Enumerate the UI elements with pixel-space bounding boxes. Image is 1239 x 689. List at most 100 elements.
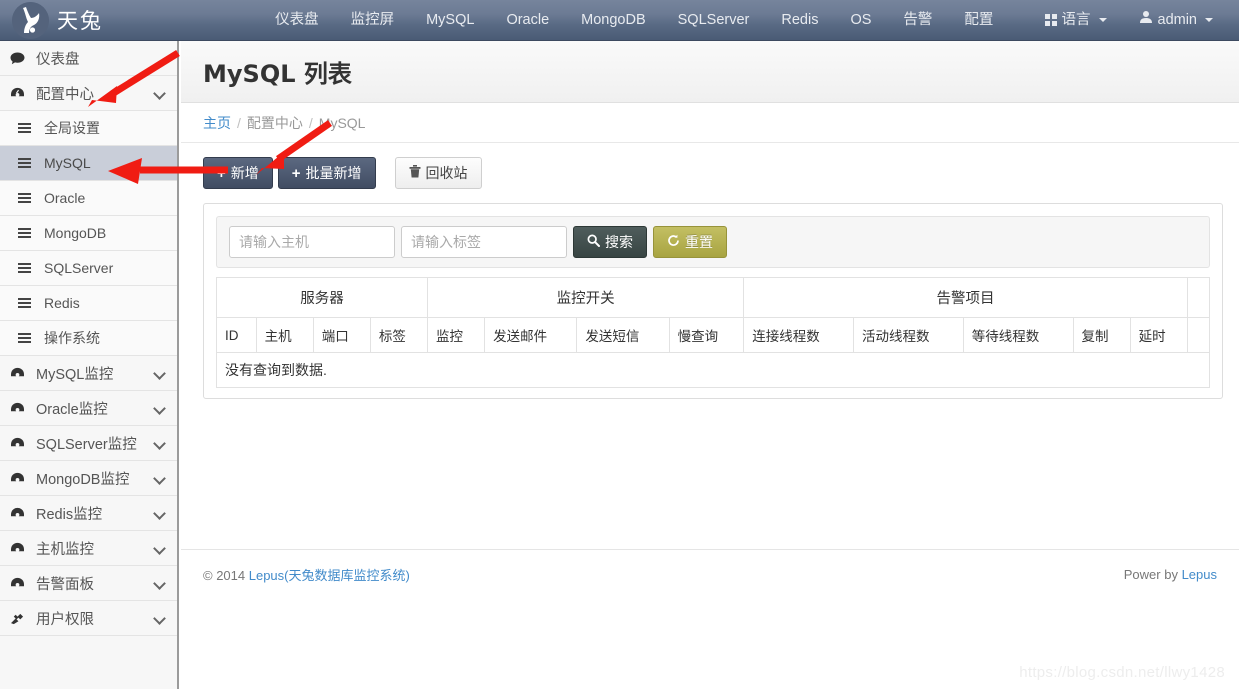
sidebar-label: SQLServer	[44, 260, 114, 276]
empty-message: 没有查询到数据.	[216, 352, 1210, 388]
group-header-server: 服务器	[215, 277, 429, 318]
chevron-down-icon	[1205, 18, 1213, 22]
nav-item-redis[interactable]: Redis	[765, 0, 834, 41]
sidebar-item-sqlserver-monitor[interactable]: SQLServer监控	[0, 426, 177, 461]
column-header-replication[interactable]: 复制	[1072, 317, 1131, 353]
column-header-operations	[1186, 317, 1211, 353]
nav-item-dashboard[interactable]: 仪表盘	[259, 0, 335, 41]
dashboard-icon	[10, 472, 28, 485]
batch-add-button[interactable]: + 批量新增	[277, 157, 376, 189]
dashboard-icon	[10, 402, 28, 415]
top-navbar: 天兔 仪表盘 监控屏 MySQL Oracle MongoDB SQLServe…	[0, 0, 1239, 41]
page-title: MySQL 列表	[203, 60, 352, 88]
sidebar-item-operating-system[interactable]: 操作系统	[0, 321, 177, 356]
column-header-id[interactable]: ID	[216, 317, 257, 353]
column-header-port[interactable]: 端口	[312, 317, 371, 353]
nav-item-monitor-screen[interactable]: 监控屏	[335, 0, 411, 41]
list-icon	[18, 192, 36, 204]
reset-button[interactable]: 重置	[653, 226, 727, 258]
nav-item-mysql[interactable]: MySQL	[410, 0, 490, 41]
column-header-monitor[interactable]: 监控	[427, 317, 486, 353]
sidebar-item-user-permission[interactable]: 用户权限	[0, 601, 177, 636]
sidebar-item-global-settings[interactable]: 全局设置	[0, 111, 177, 146]
sidebar-item-mongodb[interactable]: MongoDB	[0, 216, 177, 251]
sidebar-label: Oracle	[44, 190, 86, 206]
dashboard-icon	[10, 507, 28, 520]
sidebar-item-mongodb-monitor[interactable]: MongoDB监控	[0, 461, 177, 496]
chevron-down-icon	[154, 612, 167, 625]
nav-item-config[interactable]: 配置	[948, 0, 1009, 41]
sidebar-item-sqlserver[interactable]: SQLServer	[0, 251, 177, 286]
nav-item-alarm[interactable]: 告警	[887, 0, 948, 41]
column-header-tag[interactable]: 标签	[369, 317, 429, 353]
sidebar-item-redis-monitor[interactable]: Redis监控	[0, 496, 177, 531]
sidebar-label: 配置中心	[36, 86, 94, 103]
sidebar-label: 告警面板	[36, 576, 94, 593]
list-icon	[18, 227, 36, 239]
nav-item-mongodb[interactable]: MongoDB	[565, 0, 661, 41]
column-header-send-sms[interactable]: 发送短信	[576, 317, 670, 353]
nav-item-user[interactable]: admin	[1123, 0, 1230, 41]
nav-item-sqlserver[interactable]: SQLServer	[662, 0, 766, 41]
chevron-down-icon	[154, 542, 167, 555]
column-header-host[interactable]: 主机	[255, 317, 314, 353]
search-host-input[interactable]	[229, 226, 395, 258]
mysql-list-table: 服务器 监控开关 告警项目 ID 主机 端口 标签 监控 发送邮件 发送短信 慢…	[215, 277, 1211, 388]
column-header-waiting-threads[interactable]: 等待线程数	[962, 317, 1074, 353]
sidebar-item-mysql[interactable]: MySQL	[0, 146, 177, 181]
plus-icon: +	[291, 164, 301, 182]
sidebar-label: Oracle监控	[36, 401, 108, 418]
column-header-active-threads[interactable]: 活动线程数	[853, 317, 964, 353]
search-icon	[587, 234, 600, 250]
add-button[interactable]: + 新增	[203, 157, 273, 189]
list-icon	[18, 122, 36, 134]
sidebar-item-host-monitor[interactable]: 主机监控	[0, 531, 177, 566]
sidebar-item-dashboard[interactable]: 仪表盘	[0, 41, 177, 76]
brand[interactable]: 天兔	[0, 0, 180, 41]
column-header-slow-query[interactable]: 慢查询	[668, 317, 745, 353]
power-link[interactable]: Lepus	[1182, 567, 1217, 582]
search-button[interactable]: 搜索	[573, 226, 647, 258]
recycle-bin-button[interactable]: 回收站	[394, 157, 482, 189]
sidebar-item-oracle[interactable]: Oracle	[0, 181, 177, 216]
search-tag-input[interactable]	[401, 226, 567, 258]
sidebar-label: 仪表盘	[36, 51, 80, 68]
search-bar: 搜索 重置	[216, 216, 1210, 268]
column-header-connection-threads[interactable]: 连接线程数	[743, 317, 855, 353]
nav-item-language[interactable]: 语言	[1029, 0, 1123, 41]
breadcrumb-current: MySQL	[318, 114, 366, 131]
chevron-down-icon	[154, 577, 167, 590]
list-icon	[18, 297, 36, 309]
dashboard-icon	[10, 542, 28, 555]
list-icon	[18, 262, 36, 274]
nav-item-oracle[interactable]: Oracle	[490, 0, 565, 41]
sidebar-item-redis[interactable]: Redis	[0, 286, 177, 321]
power-prefix: Power by	[1123, 567, 1182, 582]
language-label: 语言	[1061, 11, 1091, 28]
table-column-header-row: ID 主机 端口 标签 监控 发送邮件 发送短信 慢查询 连接线程数 活动线程数…	[216, 317, 1211, 353]
group-header-alarm-items: 告警项目	[743, 277, 1188, 318]
group-header-monitor-switch: 监控开关	[427, 277, 745, 318]
sidebar-item-oracle-monitor[interactable]: Oracle监控	[0, 391, 177, 426]
list-icon	[18, 157, 36, 169]
plus-icon: +	[217, 164, 226, 182]
user-name-label: admin	[1157, 11, 1198, 28]
dashboard-icon	[10, 367, 28, 380]
column-header-send-email[interactable]: 发送邮件	[484, 317, 578, 353]
copyright-link[interactable]: Lepus(天兔数据库监控系统)	[249, 568, 410, 583]
breadcrumb-config-center[interactable]: 配置中心	[247, 113, 303, 133]
sidebar-label: SQLServer监控	[36, 436, 137, 453]
sidebar-label: Redis监控	[36, 506, 103, 523]
nav-item-os[interactable]: OS	[834, 0, 887, 41]
breadcrumb-separator: /	[308, 114, 313, 131]
sidebar-item-mysql-monitor[interactable]: MySQL监控	[0, 356, 177, 391]
column-header-delay[interactable]: 延时	[1129, 317, 1188, 353]
dashboard-icon	[10, 87, 28, 100]
list-panel: 搜索 重置 服务器 监控开关 告警项目 ID 主机	[203, 203, 1223, 399]
group-header-actions	[1186, 277, 1211, 318]
breadcrumb-home[interactable]: 主页	[203, 113, 231, 133]
chevron-down-icon	[154, 507, 167, 520]
sidebar-item-alarm-panel[interactable]: 告警面板	[0, 566, 177, 601]
table-empty-row: 没有查询到数据.	[216, 352, 1210, 388]
sidebar-item-config-center[interactable]: 配置中心	[0, 76, 177, 111]
